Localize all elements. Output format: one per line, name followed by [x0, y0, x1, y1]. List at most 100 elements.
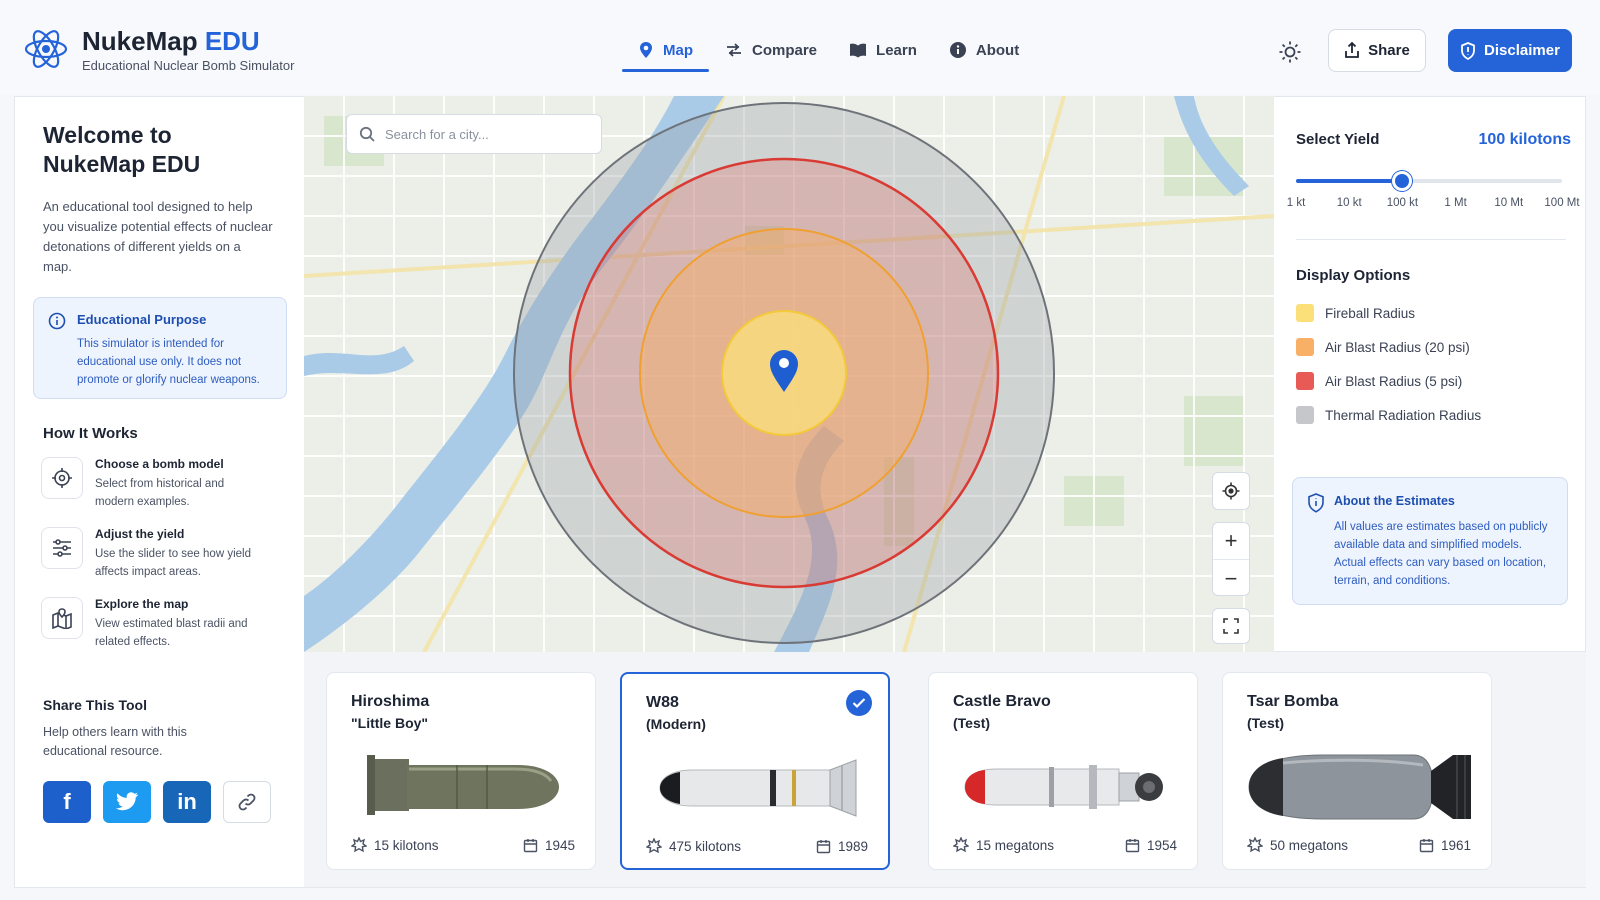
info-sidebar: Welcome to NukeMap EDU An educational to…: [14, 96, 304, 888]
explosion-icon: [953, 837, 969, 853]
map-view[interactable]: + −: [304, 96, 1274, 652]
bomb-meta: 50 megatons 1961: [1247, 837, 1471, 853]
welcome-heading: Welcome to NukeMap EDU: [43, 122, 201, 177]
twitter-icon: [116, 792, 138, 811]
info-icon: [949, 42, 966, 58]
intro-text: An educational tool designed to help you…: [43, 199, 273, 274]
bomb-model-cards: Hiroshima "Little Boy" 15 kilotons 1945 …: [304, 652, 1586, 888]
link-icon: [238, 793, 256, 811]
calendar-icon: [816, 839, 831, 853]
sun-icon: [1279, 41, 1301, 63]
display-options-heading: Display Options: [1296, 267, 1411, 284]
theme-toggle-button[interactable]: [1274, 36, 1306, 68]
step-explore-map: Explore the map View estimated blast rad…: [41, 597, 291, 655]
bomb-yield: 475 kilotons: [669, 838, 742, 854]
option-label: Air Blast Radius (20 psi): [1325, 339, 1470, 355]
bomb-meta: 475 kilotons 1989: [646, 838, 868, 854]
nav-learn-label: Learn: [876, 41, 917, 59]
bomb-yield: 15 megatons: [976, 837, 1055, 853]
locate-button[interactable]: [1212, 472, 1250, 510]
settings-panel: Select Yield 100 kilotons 1 kt 10 kt 100 k…: [1274, 96, 1586, 652]
share-tool-heading: Share This Tool: [43, 697, 147, 713]
educational-purpose-callout: Educational Purpose This simulator is in…: [33, 297, 287, 399]
fullscreen-button[interactable]: [1212, 608, 1250, 644]
step-adjust-yield: Adjust the yield Use the slider to see h…: [41, 527, 291, 585]
twitter-share-button[interactable]: [103, 781, 151, 823]
nav-map[interactable]: Map: [622, 30, 709, 72]
explosion-icon: [646, 838, 662, 854]
copy-link-button[interactable]: [223, 781, 271, 823]
option-label: Fireball Radius: [1325, 305, 1416, 321]
atom-logo-icon: [24, 30, 68, 68]
book-icon: [850, 43, 867, 58]
bomb-meta: 15 kilotons 1945: [351, 837, 575, 853]
zoom-controls: + −: [1212, 522, 1250, 596]
yield-tick-label: 1 kt: [1286, 197, 1306, 209]
bomb-name: W88: [646, 694, 679, 711]
nav-learn[interactable]: Learn: [833, 30, 933, 70]
option-thermal-radiation[interactable]: Thermal Radiation Radius: [1296, 405, 1481, 425]
info-circle-icon: [48, 312, 66, 330]
bomb-subtitle: (Test): [953, 715, 991, 731]
option-fireball[interactable]: Fireball Radius: [1296, 303, 1415, 323]
nav-about[interactable]: About: [933, 30, 1035, 70]
little-boy-bomb-image: [367, 755, 559, 815]
shield-icon: [1461, 41, 1475, 60]
yield-slider-ticks: 1 kt 10 kt 100 kt 1 Mt 10 Mt 100 Mt: [1287, 197, 1580, 213]
bomb-subtitle: (Modern): [646, 716, 706, 732]
yield-slider[interactable]: [1296, 171, 1562, 191]
step-desc: Select from historical and modern exampl…: [95, 478, 225, 508]
disclaimer-button-label: Disclaimer: [1484, 42, 1560, 59]
disclaimer-button[interactable]: Disclaimer: [1448, 29, 1572, 72]
yield-slider-thumb[interactable]: [1392, 171, 1413, 191]
bomb-card-castle-bravo[interactable]: Castle Bravo (Test) 15 megatons 1954: [928, 672, 1198, 870]
yield-value: 100 kilotons: [1478, 131, 1571, 148]
facebook-icon: f: [63, 789, 71, 814]
brand[interactable]: NukeMap EDU Educational Nuclear Bomb Sim…: [24, 24, 294, 74]
step-desc: View estimated blast radii and related e…: [95, 618, 248, 648]
explosion-icon: [1247, 837, 1263, 853]
step-title: Choose a bomb model: [95, 457, 224, 471]
bomb-card-tsar-bomba[interactable]: Tsar Bomba (Test) 50 megatons 1961: [1222, 672, 1492, 870]
shield-info-icon: [1308, 493, 1324, 513]
explosion-icon: [351, 837, 367, 853]
bomb-subtitle: (Test): [1247, 715, 1285, 731]
option-air-blast-5psi[interactable]: Air Blast Radius (5 psi): [1296, 371, 1462, 391]
bomb-card-hiroshima[interactable]: Hiroshima "Little Boy" 15 kilotons 1945: [326, 672, 596, 870]
share-button[interactable]: Share: [1328, 29, 1426, 72]
yield-slider-fill: [1296, 179, 1403, 183]
thermal-swatch: [1296, 406, 1314, 424]
share-icon: [1345, 42, 1360, 58]
bomb-name: Hiroshima: [351, 693, 430, 710]
calendar-icon: [523, 838, 538, 852]
yield-tick-label: 100 Mt: [1544, 197, 1580, 209]
step-choose-model: Choose a bomb model Select from historic…: [41, 457, 291, 515]
yield-tick-label: 10 kt: [1336, 197, 1362, 209]
tsar-bomba-image: [1248, 754, 1471, 820]
bomb-yield: 50 megatons: [1270, 837, 1349, 853]
option-air-blast-20psi[interactable]: Air Blast Radius (20 psi): [1296, 337, 1470, 357]
map-pin-icon: [640, 42, 652, 58]
bomb-year: 1954: [1146, 837, 1177, 853]
facebook-share-button[interactable]: f: [43, 781, 91, 823]
fireball-swatch: [1296, 304, 1314, 322]
bomb-card-w88[interactable]: W88 (Modern) 475 kilotons 1989: [620, 672, 890, 870]
city-search-field[interactable]: [346, 114, 602, 154]
educational-purpose-title: Educational Purpose: [77, 312, 207, 327]
app-title: NukeMap EDU: [82, 25, 260, 56]
map-icon: [41, 597, 83, 639]
zoom-in-button[interactable]: +: [1213, 523, 1249, 560]
step-desc: Use the slider to see how yield affects …: [95, 548, 251, 578]
zoom-out-button[interactable]: −: [1213, 560, 1249, 597]
city-search-input[interactable]: [385, 126, 575, 142]
nav-compare-label: Compare: [752, 41, 818, 59]
blast5-swatch: [1296, 372, 1314, 390]
linkedin-share-button[interactable]: in: [163, 781, 211, 823]
bomb-meta: 15 megatons 1954: [953, 837, 1177, 853]
search-icon: [359, 126, 375, 142]
bomb-yield: 15 kilotons: [374, 837, 439, 853]
nav-compare[interactable]: Compare: [709, 30, 833, 70]
step-title: Adjust the yield: [95, 527, 185, 541]
fullscreen-icon: [1223, 618, 1239, 634]
bomb-name: Castle Bravo: [953, 693, 1051, 710]
